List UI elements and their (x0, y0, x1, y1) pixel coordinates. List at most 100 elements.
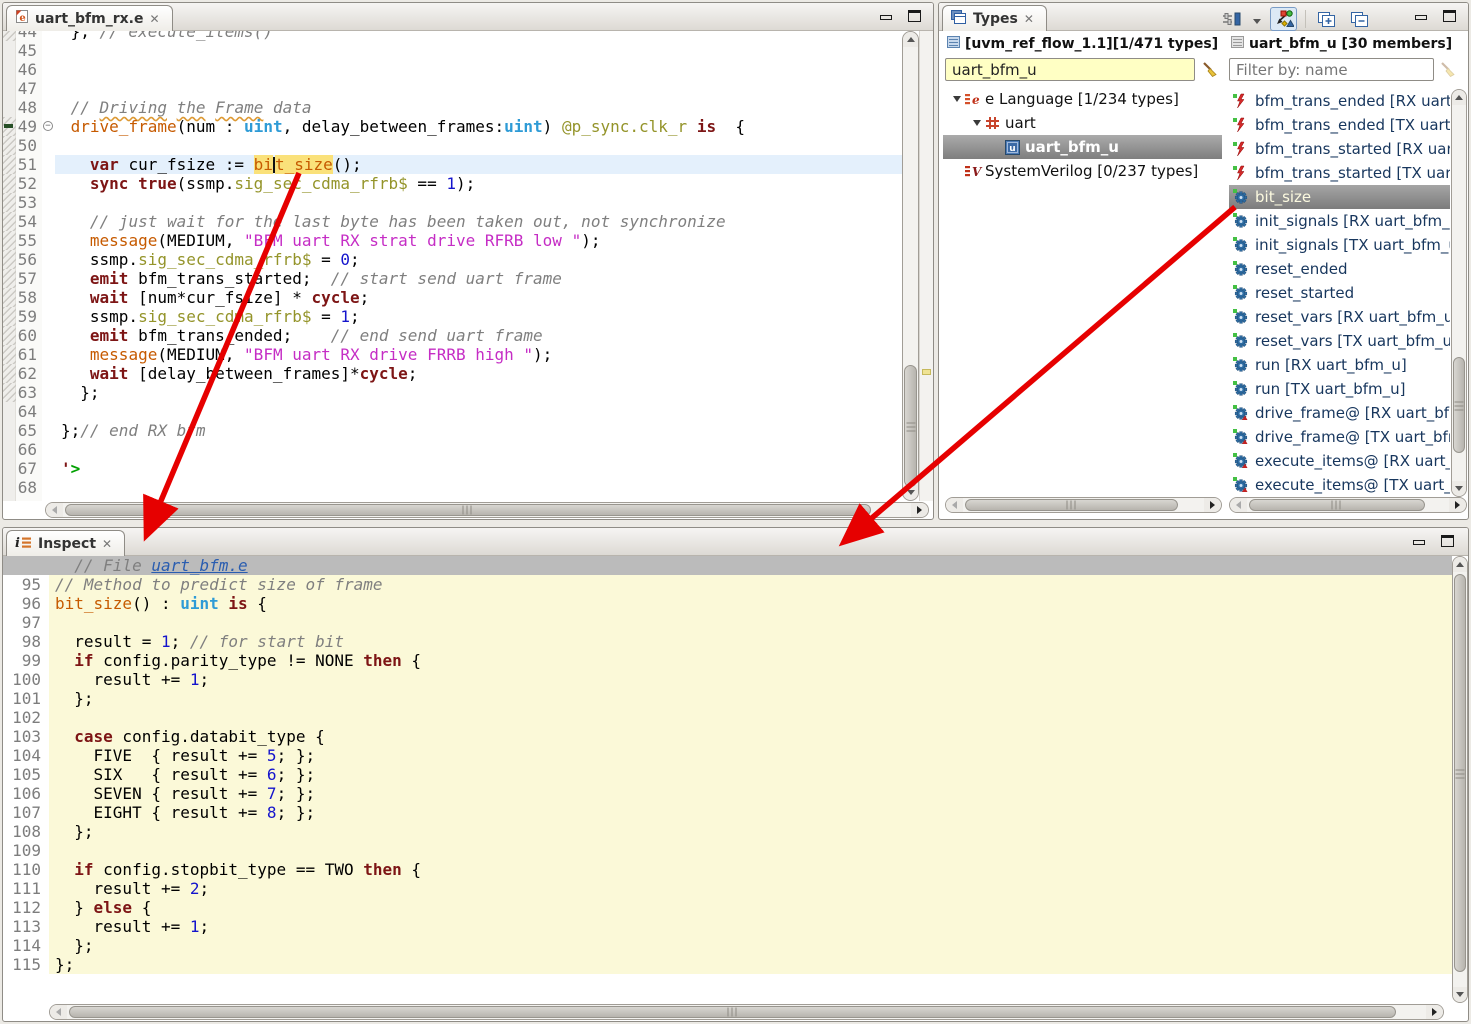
code-text[interactable]: wait [delay_between_frames]*cycle; (55, 364, 902, 383)
scroll-down-button[interactable] (903, 485, 918, 500)
editor-code-line[interactable]: 65};// end RX bfm (3, 421, 902, 440)
code-text[interactable]: }; (55, 383, 902, 402)
minimize-button[interactable] (880, 15, 892, 20)
member-item[interactable]: reset_vars [RX uart_bfm_u] (1229, 305, 1450, 329)
scroll-thumb[interactable] (1454, 574, 1466, 972)
editor-viewport[interactable]: 44 }; // execute_items()45464748 // Driv… (3, 31, 933, 501)
member-filter-input[interactable] (1229, 58, 1434, 81)
editor-code-line[interactable]: 46 (3, 60, 902, 79)
close-icon[interactable]: ✕ (149, 12, 159, 26)
inspect-code-line[interactable]: 106 SEVEN { result += 7; }; (3, 784, 1452, 803)
editor-code-line[interactable]: 45 (3, 41, 902, 60)
member-item[interactable]: init_signals [TX uart_bfm_u] (1229, 233, 1450, 257)
editor-code-line[interactable]: 59 ssmp.sig_sec_cdma_rfrb$ = 1; (3, 307, 902, 326)
member-item[interactable]: bit_size (1229, 185, 1450, 209)
editor-code-line[interactable]: 67'> (3, 459, 902, 478)
minimize-button[interactable] (1415, 15, 1427, 20)
member-item[interactable]: bfm_trans_ended [TX uart_bfm_u] (1229, 113, 1450, 137)
code-text[interactable] (55, 41, 902, 60)
editor-code-line[interactable]: 62 wait [delay_between_frames]*cycle; (3, 364, 902, 383)
inspect-code-line[interactable]: 100 result += 1; (3, 670, 1452, 689)
code-text[interactable]: message(MEDIUM, "BFM uart RX drive FRRB … (55, 345, 902, 364)
tree-item-e[interactable]: ee Language [1/234 types] (943, 87, 1222, 111)
tab-inspect[interactable]: i Inspect ✕ (6, 530, 125, 556)
scroll-thumb[interactable] (1453, 357, 1465, 453)
clear-member-filter-icon[interactable] (1439, 60, 1457, 78)
code-text[interactable]: if config.stopbit_type == TWO then { (49, 860, 1452, 879)
code-text[interactable] (55, 478, 902, 497)
sort-options-button[interactable] (1219, 8, 1245, 30)
editor-code-line[interactable]: 55 message(MEDIUM, "BFM uart RX strat dr… (3, 231, 902, 250)
scroll-right-button[interactable] (911, 503, 928, 517)
code-text[interactable]: ssmp.sig_sec_cdma_rfrb$ = 1; (55, 307, 902, 326)
editor-code-line[interactable]: 51 var cur_fsize := bit_size(); (3, 155, 902, 174)
vertical-sash[interactable] (934, 2, 938, 520)
scroll-track[interactable] (1247, 498, 1449, 512)
members-vertical-scrollbar[interactable] (1451, 89, 1467, 497)
code-text[interactable] (49, 613, 1452, 632)
code-text[interactable] (55, 60, 902, 79)
scroll-down-button[interactable] (1452, 481, 1466, 496)
code-text[interactable]: // Method to predict size of frame (49, 575, 1452, 594)
member-item[interactable]: drive_frame@ [RX uart_bfm_u] (1229, 401, 1450, 425)
inspect-code-line[interactable]: 101 }; (3, 689, 1452, 708)
code-text[interactable]: result += 1; (49, 917, 1452, 936)
collapse-all-button[interactable] (1347, 8, 1372, 31)
scroll-right-button[interactable] (1426, 1005, 1443, 1019)
code-text[interactable]: // File uart_bfm.e (49, 556, 1452, 575)
scroll-thumb[interactable] (69, 1006, 1396, 1018)
editor-code-line[interactable]: 52 sync true(ssmp.sig_sec_cdma_rfrb$ == … (3, 174, 902, 193)
inspect-code-line[interactable]: 104 FIVE { result += 5; }; (3, 746, 1452, 765)
code-text[interactable]: drive_frame(num : uint, delay_between_fr… (55, 117, 902, 136)
scroll-track[interactable] (67, 1005, 1426, 1019)
code-text[interactable]: }; (49, 936, 1452, 955)
code-text[interactable] (55, 136, 902, 155)
member-item[interactable]: execute_items@ [TX uart_bfm_u] (1229, 473, 1450, 497)
code-text[interactable]: sync true(ssmp.sig_sec_cdma_rfrb$ == 1); (55, 174, 902, 193)
scroll-thumb[interactable] (1249, 499, 1425, 511)
code-text[interactable]: result = 1; // for start bit (49, 632, 1452, 651)
scroll-thumb[interactable] (904, 365, 917, 487)
scroll-down-button[interactable] (1453, 987, 1467, 1002)
inspect-file-line[interactable]: // File uart_bfm.e (3, 556, 1452, 575)
inspect-code-line[interactable]: 99 if config.parity_type != NONE then { (3, 651, 1452, 670)
code-text[interactable]: SIX { result += 6; }; (49, 765, 1452, 784)
code-text[interactable]: var cur_fsize := bit_size(); (55, 155, 902, 174)
code-text[interactable] (55, 402, 902, 421)
code-text[interactable] (49, 708, 1452, 727)
minimize-button[interactable] (1413, 540, 1425, 545)
scroll-left-button[interactable] (50, 1005, 67, 1019)
inspect-code-line[interactable]: 102 (3, 708, 1452, 727)
expand-all-button[interactable] (1314, 8, 1339, 31)
editor-horizontal-scrollbar[interactable] (45, 502, 929, 518)
scroll-left-button[interactable] (1230, 498, 1247, 512)
inspect-viewport[interactable]: // File uart_bfm.e95// Method to predict… (3, 556, 1468, 1003)
tab-types[interactable]: Types ✕ (942, 5, 1047, 31)
collapse-fold-icon[interactable]: − (43, 121, 53, 131)
editor-code-line[interactable]: 44 }; // execute_items() (3, 31, 902, 41)
editor-code-line[interactable]: 64 (3, 402, 902, 421)
editor-code-line[interactable]: 57 emit bfm_trans_started; // start send… (3, 269, 902, 288)
inspect-code-line[interactable]: 114 }; (3, 936, 1452, 955)
occurrence-marker[interactable] (922, 369, 931, 375)
member-item[interactable]: bfm_trans_started [TX uart_bfm_u] (1229, 161, 1450, 185)
inspect-code-line[interactable]: 95// Method to predict size of frame (3, 575, 1452, 594)
inspect-code-line[interactable]: 97 (3, 613, 1452, 632)
code-text[interactable]: }; (49, 955, 1452, 974)
horizontal-sash[interactable] (2, 520, 1469, 527)
code-text[interactable]: // just wait for the last byte has been … (55, 212, 902, 231)
chevron-down-icon[interactable] (1253, 10, 1262, 29)
overview-ruler[interactable] (919, 31, 933, 501)
code-text[interactable] (55, 440, 902, 459)
editor-code-line[interactable]: 50 (3, 136, 902, 155)
member-item[interactable]: reset_ended (1229, 257, 1450, 281)
editor-code-line[interactable]: 63 }; (3, 383, 902, 402)
scroll-track[interactable] (1453, 572, 1467, 987)
code-text[interactable]: }; (49, 689, 1452, 708)
scroll-thumb[interactable] (65, 504, 871, 516)
code-text[interactable]: emit bfm_trans_ended; // end send uart f… (55, 326, 902, 345)
editor-code-line[interactable]: 53 (3, 193, 902, 212)
editor-code-line[interactable]: 58 wait [num*cur_fsize] * cycle; (3, 288, 902, 307)
code-text[interactable]: EIGHT { result += 8; }; (49, 803, 1452, 822)
code-text[interactable] (49, 841, 1452, 860)
